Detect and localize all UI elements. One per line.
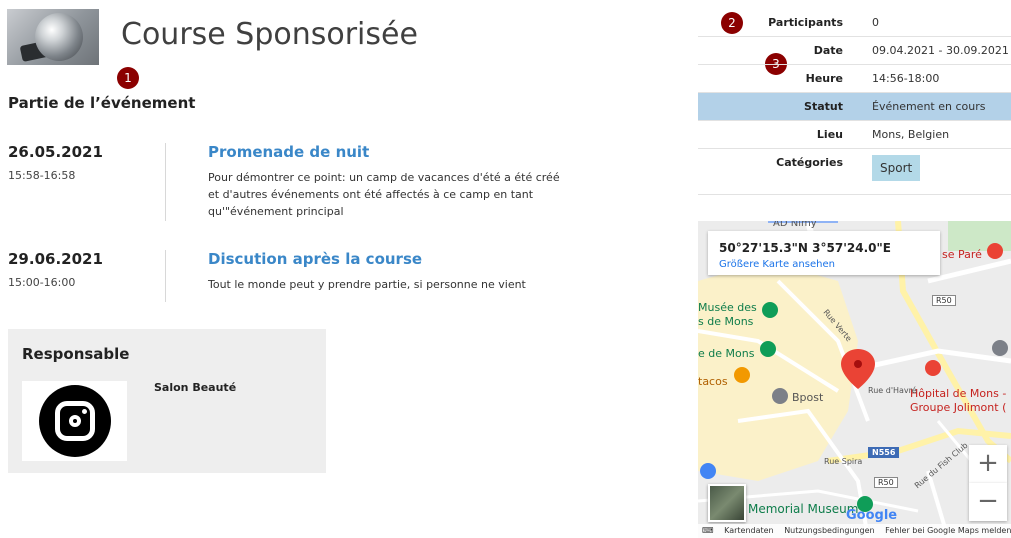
map-data-link[interactable]: Kartendaten	[724, 526, 774, 535]
page-title: Course Sponsorisée	[121, 17, 418, 52]
larger-map-link[interactable]: Größere Karte ansehen	[719, 259, 835, 270]
map-poi: s de Mons	[698, 315, 754, 328]
info-row-participants: Participants 0	[698, 9, 1011, 37]
road-label: Rue Spira	[824, 457, 863, 466]
event-item: 29.06.2021 15:00-16:00 Discution après l…	[8, 250, 568, 302]
map-poi: e de Mons	[698, 347, 755, 360]
category-tag[interactable]: Sport	[872, 155, 921, 181]
google-map[interactable]: AD Nimy Musée des s de Mons e de Mons ta…	[698, 221, 1011, 538]
info-label: Catégories	[776, 156, 843, 169]
zoom-in-button[interactable]: +	[969, 445, 1007, 483]
satellite-layer-toggle[interactable]	[708, 484, 746, 522]
info-value: Mons, Belgien	[872, 128, 950, 141]
map-footer: ⌨ Kartendaten Nutzungsbedingungen Fehler…	[698, 524, 1011, 538]
marker-badge-1: 1	[117, 67, 139, 89]
google-logo: Google	[846, 508, 898, 523]
instagram-logo[interactable]	[22, 381, 127, 461]
info-row-status: Statut Événement en cours	[698, 93, 1011, 121]
map-poi: Memorial Museum	[748, 502, 859, 516]
map-poi: se Paré	[942, 248, 982, 261]
section-title: Partie de l’événement	[8, 94, 196, 112]
event-description: Pour démontrer ce point: un camp de vaca…	[208, 171, 560, 218]
map-poi: Musée des	[698, 301, 757, 314]
map-poi: Groupe Jolimont (	[910, 401, 1007, 414]
info-row-location: Lieu Mons, Belgien	[698, 121, 1011, 149]
zoom-out-button[interactable]: −	[969, 483, 1007, 521]
event-divider	[165, 143, 166, 221]
info-row-date: Date 09.04.2021 - 30.09.2021	[698, 37, 1011, 65]
info-label: Statut	[804, 100, 843, 113]
map-poi: Hôpital de Mons -	[910, 387, 1007, 400]
map-coordinates: 50°27'15.3"N 3°57'24.0"E	[719, 241, 891, 255]
info-label: Lieu	[816, 128, 843, 141]
report-error-link[interactable]: Fehler bei Google Maps melden	[885, 526, 1011, 535]
road-shield: R50	[874, 477, 898, 488]
event-description: Tout le monde peut y prendre partie, si …	[208, 278, 526, 291]
info-row-categories: Catégories Sport	[698, 149, 1011, 195]
event-name-link[interactable]: Discution après la course	[208, 250, 422, 268]
event-time: 15:58-16:58	[8, 169, 76, 182]
event-date: 26.05.2021	[8, 143, 103, 161]
info-value: Événement en cours	[872, 100, 986, 113]
event-info-table: Participants 0 Date 09.04.2021 - 30.09.2…	[698, 9, 1011, 195]
event-item: 26.05.2021 15:58-16:58 Promenade de nuit…	[8, 143, 568, 223]
info-row-time: Heure 14:56-18:00	[698, 65, 1011, 93]
instagram-icon	[39, 385, 111, 457]
info-label: Heure	[805, 72, 843, 85]
event-image	[7, 9, 99, 65]
map-poi: tacos	[698, 375, 728, 388]
road-shield: N556	[868, 447, 900, 458]
map-info-card: 50°27'15.3"N 3°57'24.0"E Größere Karte a…	[708, 231, 940, 275]
road-label: Rue d'Havré	[868, 386, 917, 395]
info-value: 14:56-18:00	[872, 72, 940, 85]
event-name-link[interactable]: Promenade de nuit	[208, 143, 369, 161]
map-label: AD Nimy	[773, 221, 817, 229]
info-label: Date	[813, 44, 843, 57]
responsible-box: Responsable Salon Beauté	[8, 329, 326, 473]
road-shield: R50	[932, 295, 956, 306]
terms-link[interactable]: Nutzungsbedingungen	[784, 526, 874, 535]
event-time: 15:00-16:00	[8, 276, 76, 289]
map-poi: Bpost	[792, 391, 824, 404]
event-divider	[165, 250, 166, 302]
info-label: Participants	[768, 16, 843, 29]
event-date: 29.06.2021	[8, 250, 103, 268]
keyboard-icon[interactable]: ⌨	[702, 526, 714, 535]
info-value: 09.04.2021 - 30.09.2021	[872, 44, 1009, 57]
info-value: 0	[872, 16, 879, 29]
responsible-name: Salon Beauté	[154, 381, 237, 394]
image-ball	[35, 13, 83, 61]
responsible-title: Responsable	[22, 345, 130, 363]
